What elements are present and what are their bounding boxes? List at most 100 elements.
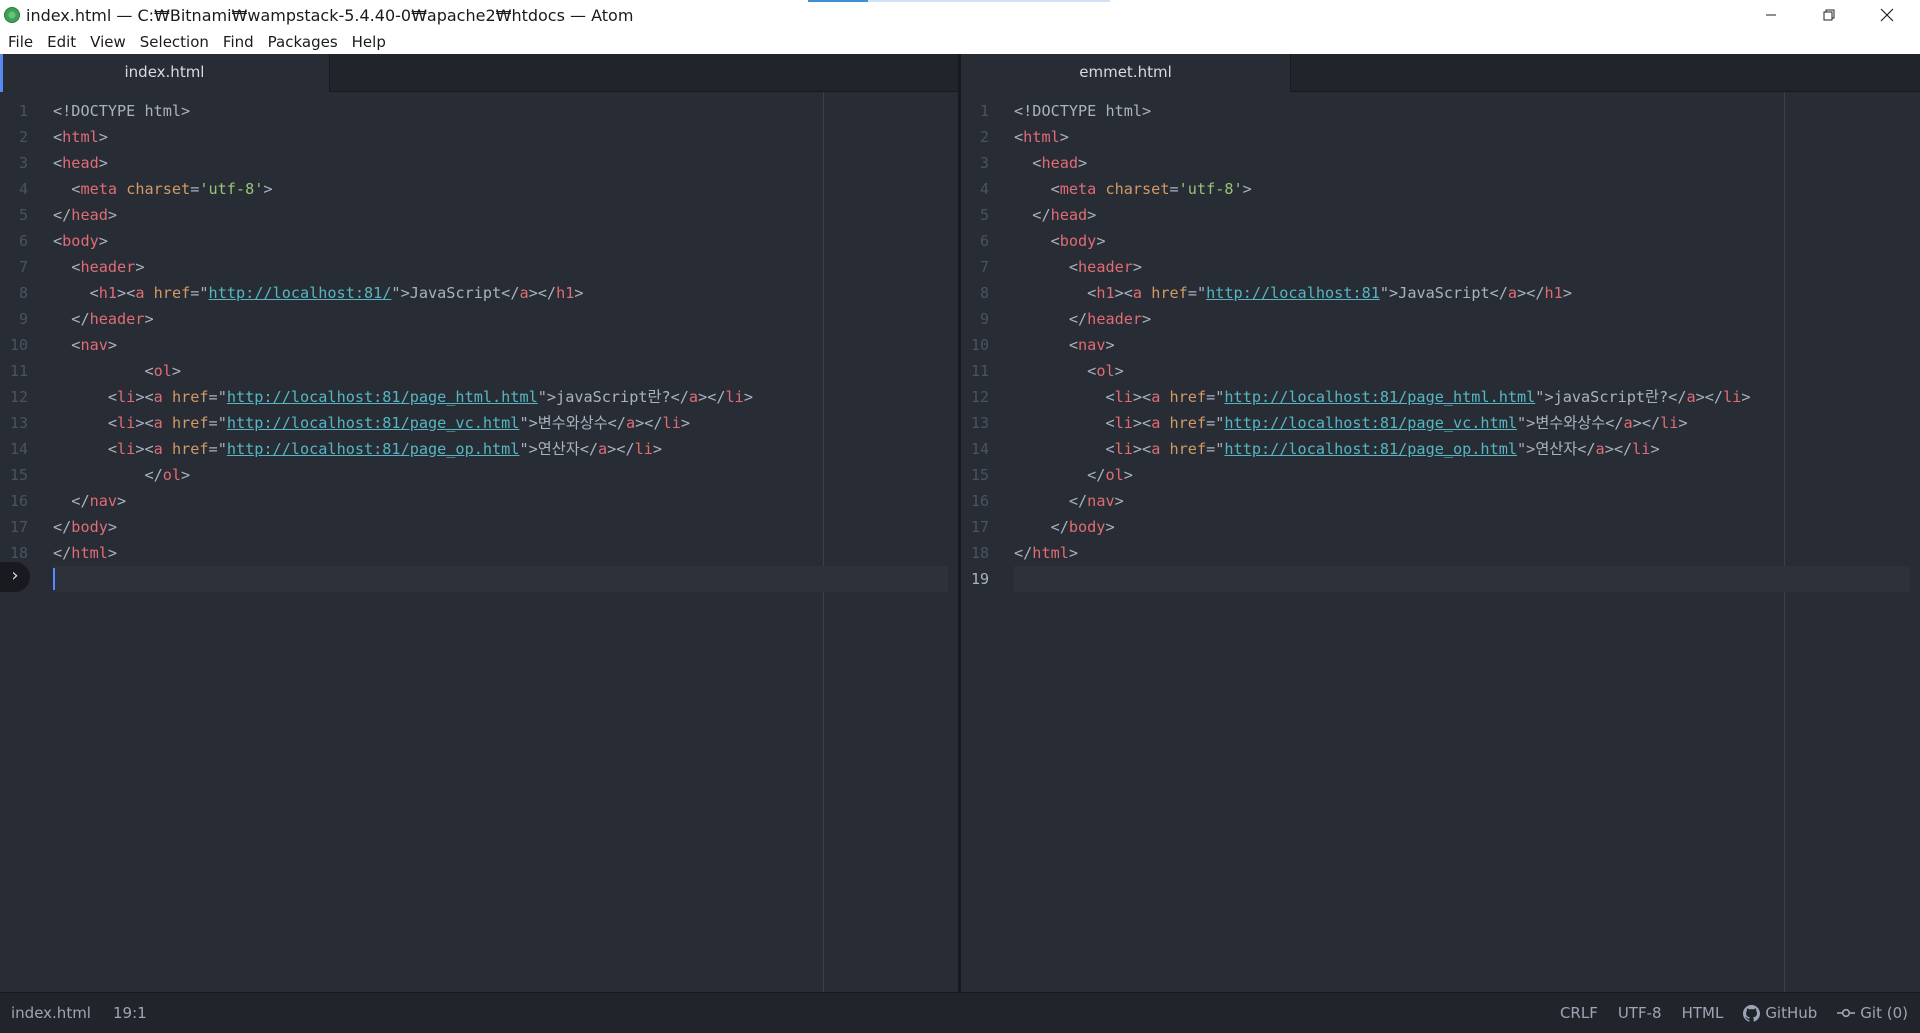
code-token: ol: [153, 362, 172, 380]
code-token: http://localhost:81: [1206, 284, 1380, 302]
code-token: <: [1087, 362, 1097, 380]
code-line[interactable]: <nav>: [1014, 332, 1920, 358]
code-line[interactable]: </head>: [1014, 202, 1920, 228]
code-token: body: [71, 518, 108, 536]
menu-help[interactable]: Help: [345, 31, 393, 53]
code-token: <: [1105, 440, 1115, 458]
code-token: head: [62, 154, 99, 172]
code-line[interactable]: </ol>: [53, 462, 958, 488]
code-line[interactable]: <meta charset='utf-8'>: [53, 176, 958, 202]
code-token: >: [1526, 414, 1536, 432]
code-line[interactable]: </html>: [53, 540, 958, 566]
line-number-gutter: 12345678910111213141516171819: [961, 92, 1005, 992]
code-line[interactable]: <html>: [1014, 124, 1920, 150]
code-token: ol: [1096, 362, 1115, 380]
code-line[interactable]: <li><a href="http://localhost:81/page_op…: [1014, 436, 1920, 462]
code-line[interactable]: <body>: [53, 228, 958, 254]
code-line[interactable]: <nav>: [53, 332, 958, 358]
status-grammar[interactable]: HTML: [1682, 993, 1724, 1033]
code-token: >: [1105, 336, 1115, 354]
code-token: ": [217, 388, 227, 406]
menu-edit[interactable]: Edit: [40, 31, 83, 53]
code-line[interactable]: <header>: [53, 254, 958, 280]
code-line[interactable]: </head>: [53, 202, 958, 228]
line-number: 6: [18, 232, 28, 250]
code-token: >: [1078, 154, 1088, 172]
code-token: </: [537, 284, 557, 302]
code-line[interactable]: <!DOCTYPE html>: [53, 98, 958, 124]
code-token: <: [144, 362, 154, 380]
status-file-name[interactable]: index.html: [11, 993, 91, 1033]
code-line[interactable]: [1014, 566, 1910, 592]
code-line[interactable]: <li><a href="http://localhost:81/page_vc…: [53, 410, 958, 436]
close-button[interactable]: [1858, 0, 1916, 30]
code-line[interactable]: </ol>: [1014, 462, 1920, 488]
code-line[interactable]: <h1><a href="http://localhost:81">JavaSc…: [1014, 280, 1920, 306]
code-token: >: [98, 154, 108, 172]
status-encoding[interactable]: UTF-8: [1618, 993, 1662, 1033]
menu-file[interactable]: File: [0, 31, 40, 53]
code-token: <: [107, 388, 118, 406]
code-token: a: [135, 284, 145, 302]
code-token: </: [53, 206, 72, 224]
tab-emmet-html[interactable]: emmet.html: [961, 54, 1291, 92]
restore-icon: [1823, 9, 1835, 21]
code-line[interactable]: </header>: [53, 306, 958, 332]
code-token: >: [1650, 440, 1660, 458]
status-github-button[interactable]: GitHub: [1743, 993, 1817, 1033]
code-token: <: [1105, 388, 1115, 406]
status-bar: index.html 19:1 CRLF UTF-8 HTML GitHub G…: [0, 992, 1920, 1033]
code-line[interactable]: <head>: [53, 150, 958, 176]
code-line[interactable]: <li><a href="http://localhost:81/page_vc…: [1014, 410, 1920, 436]
code-token: <: [53, 102, 63, 120]
code-line[interactable]: <h1><a href="http://localhost:81/">JavaS…: [53, 280, 958, 306]
code-line[interactable]: <meta charset='utf-8'>: [1014, 176, 1920, 202]
code-line[interactable]: <html>: [53, 124, 958, 150]
code-area[interactable]: <!DOCTYPE html> <html> <head> <meta charse…: [53, 92, 958, 992]
code-token: <: [1142, 414, 1152, 432]
code-line[interactable]: <li><a href="http://localhost:81/page_ht…: [1014, 384, 1920, 410]
line-number: 8: [979, 284, 989, 302]
menu-selection[interactable]: Selection: [133, 31, 216, 53]
code-line[interactable]: [53, 566, 948, 592]
code-line[interactable]: <li><a href="http://localhost:81/page_ht…: [53, 384, 958, 410]
code-line[interactable]: </html>: [1014, 540, 1920, 566]
code-line[interactable]: </nav>: [53, 488, 958, 514]
text-editor[interactable]: 12345678910111213141516171819 <!DOCTYPE …: [0, 92, 958, 992]
code-line[interactable]: </body>: [1014, 514, 1920, 540]
tree-view-toggle[interactable]: ›: [0, 562, 30, 592]
code-line[interactable]: <li><a href="http://localhost:81/page_op…: [53, 436, 958, 462]
status-line-ending[interactable]: CRLF: [1560, 993, 1598, 1033]
menu-packages[interactable]: Packages: [261, 31, 345, 53]
tab-index-html[interactable]: index.html: [0, 54, 330, 92]
code-token: a: [519, 284, 529, 302]
code-line[interactable]: <ol>: [1014, 358, 1920, 384]
status-git-button[interactable]: Git (0): [1837, 993, 1908, 1033]
restore-button[interactable]: [1800, 0, 1858, 30]
menu-find[interactable]: Find: [216, 31, 261, 53]
code-line[interactable]: <body>: [1014, 228, 1920, 254]
code-line[interactable]: <header>: [1014, 254, 1920, 280]
code-line[interactable]: </nav>: [1014, 488, 1920, 514]
code-line[interactable]: <ol>: [53, 358, 958, 384]
atom-icon: [4, 7, 20, 23]
status-cursor-position[interactable]: 19:1: [113, 993, 147, 1033]
code-area[interactable]: <!DOCTYPE html> <html> <head> <meta chars…: [1014, 92, 1920, 992]
code-token: header: [1087, 310, 1143, 328]
menu-view[interactable]: View: [83, 31, 133, 53]
code-line[interactable]: </header>: [1014, 306, 1920, 332]
text-editor[interactable]: 12345678910111213141516171819 <!DOCTYPE …: [961, 92, 1920, 992]
code-line[interactable]: <!DOCTYPE html>: [1014, 98, 1920, 124]
minimize-button[interactable]: [1742, 0, 1800, 30]
code-token: html: [62, 128, 99, 146]
code-token: >: [1544, 388, 1554, 406]
code-token: <: [1068, 258, 1079, 276]
code-token: li: [725, 388, 744, 406]
code-line[interactable]: <head>: [1014, 150, 1920, 176]
code-line[interactable]: </body>: [53, 514, 958, 540]
